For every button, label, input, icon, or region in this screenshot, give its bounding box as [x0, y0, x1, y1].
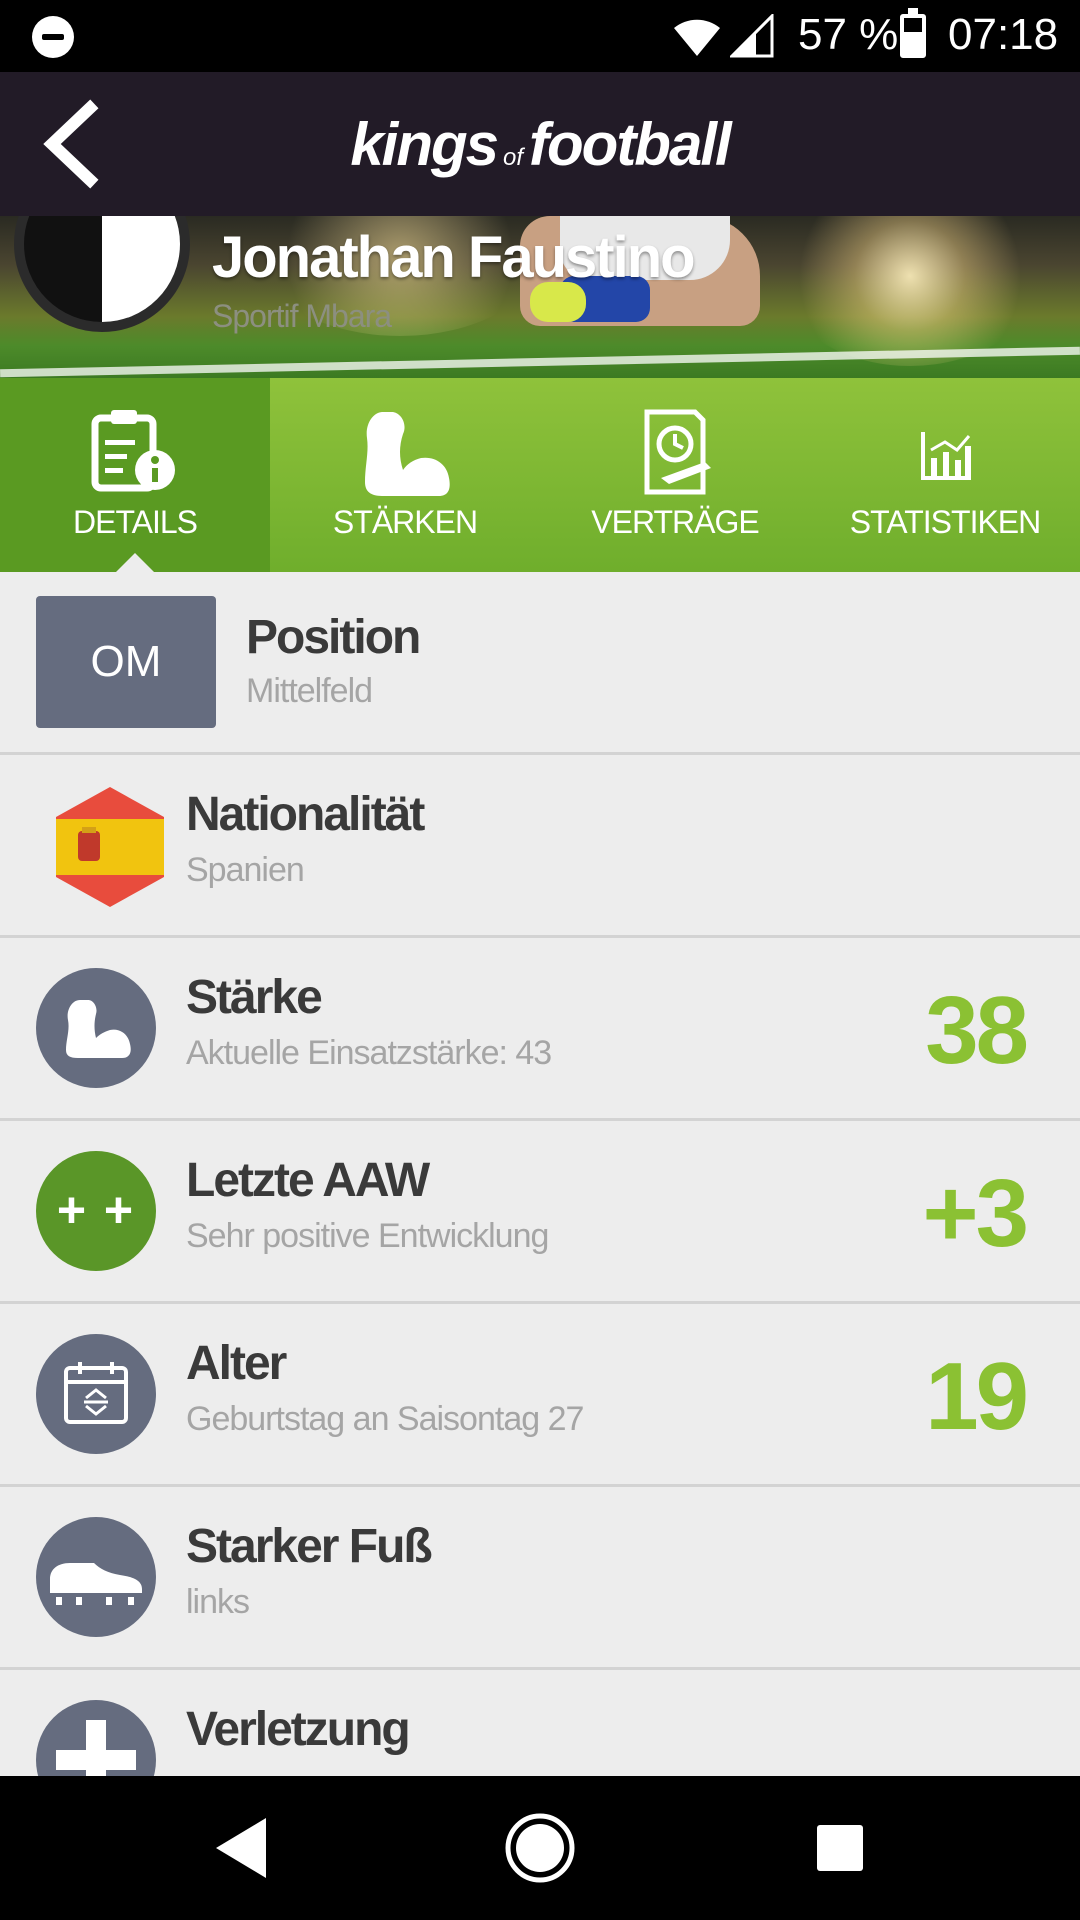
nav-back-button[interactable] [202, 1808, 282, 1888]
clipboard-info-icon [91, 410, 175, 492]
list-item-injury[interactable]: Verletzung [0, 1670, 1080, 1776]
player-details-list: OM Position Mittelfeld Nationalität Span… [0, 572, 1080, 1776]
double-plus-icon: + + [36, 1151, 156, 1271]
battery-percent: 57 % [798, 10, 899, 59]
club-badge [14, 216, 190, 332]
clock: 07:18 [948, 10, 1059, 59]
flexed-arm-icon [365, 412, 450, 496]
age-title: Alter [186, 1337, 287, 1390]
nav-home-button[interactable] [500, 1808, 580, 1888]
list-item-last-aaw[interactable]: + + Letzte AAW Sehr positive Entwicklung… [0, 1121, 1080, 1304]
list-item-position[interactable]: OM Position Mittelfeld [0, 572, 1080, 755]
tab-bar: DETAILS STÄRKEN VERTRÄGE STATISTIKEN [0, 378, 1080, 573]
position-title: Position [246, 611, 421, 664]
logo-word-of: of [503, 144, 524, 171]
strength-value: 38 [925, 977, 1029, 1084]
age-subtitle: Geburtstag an Saisontag 27 [186, 1400, 584, 1438]
tab-details[interactable]: DETAILS [0, 378, 270, 573]
last-aaw-value: +3 [922, 1160, 1029, 1267]
position-subtitle: Mittelfeld [246, 672, 373, 710]
player-hero-banner: Jonathan Faustino Sportif Mbara [0, 216, 1080, 378]
strong-foot-subtitle: links [186, 1583, 250, 1621]
strength-title: Stärke [186, 971, 323, 1024]
last-aaw-title: Letzte AAW [186, 1154, 430, 1207]
bar-chart-icon [921, 432, 971, 480]
injury-title: Verletzung [186, 1703, 411, 1756]
signal-icon [730, 14, 774, 58]
player-name: Jonathan Faustino [212, 225, 696, 290]
status-bar: 57 % 07:18 [0, 0, 1080, 72]
strong-foot-title: Starker Fuß [186, 1520, 433, 1573]
tab-statistiken[interactable]: STATISTIKEN [810, 378, 1080, 572]
position-badge: OM [36, 596, 216, 728]
logo-word-kings: kings [350, 111, 499, 178]
nationality-title: Nationalität [186, 788, 425, 841]
list-item-age[interactable]: Alter Geburtstag an Saisontag 27 19 [0, 1304, 1080, 1487]
age-value: 19 [925, 1343, 1029, 1450]
tab-vertraege[interactable]: VERTRÄGE [540, 378, 810, 572]
system-navigation-bar [0, 1776, 1080, 1920]
list-item-nationality[interactable]: Nationalität Spanien [0, 755, 1080, 938]
medical-cross-icon [36, 1700, 156, 1776]
football-boot-icon [36, 1517, 156, 1637]
tab-staerken-label: STÄRKEN [332, 504, 478, 540]
nav-recents-button[interactable] [800, 1808, 880, 1888]
do-not-disturb-icon [32, 16, 74, 58]
app-logo: kings of football [0, 110, 1080, 179]
spain-flag-icon [56, 787, 164, 907]
list-item-strength[interactable]: Stärke Aktuelle Einsatzstärke: 43 38 [0, 938, 1080, 1121]
wifi-icon [674, 19, 720, 56]
app-header: kings of football [0, 72, 1080, 216]
logo-word-football: football [529, 111, 732, 178]
nationality-subtitle: Spanien [186, 851, 305, 889]
strength-subtitle: Aktuelle Einsatzstärke: 43 [186, 1034, 552, 1072]
calendar-icon [36, 1334, 156, 1454]
club-name: Sportif Mbara [212, 298, 392, 334]
last-aaw-subtitle: Sehr positive Entwicklung [186, 1217, 549, 1255]
tab-vertraege-label: VERTRÄGE [591, 504, 759, 540]
list-item-strong-foot[interactable]: Starker Fuß links [0, 1487, 1080, 1670]
stadium-lights [780, 216, 1040, 366]
contract-icon [644, 409, 711, 495]
tab-statistiken-label: STATISTIKEN [849, 504, 1042, 540]
tab-details-label: DETAILS [73, 504, 198, 540]
flexed-arm-icon [36, 968, 156, 1088]
battery-icon [900, 8, 926, 58]
tab-staerken[interactable]: STÄRKEN [270, 378, 540, 572]
